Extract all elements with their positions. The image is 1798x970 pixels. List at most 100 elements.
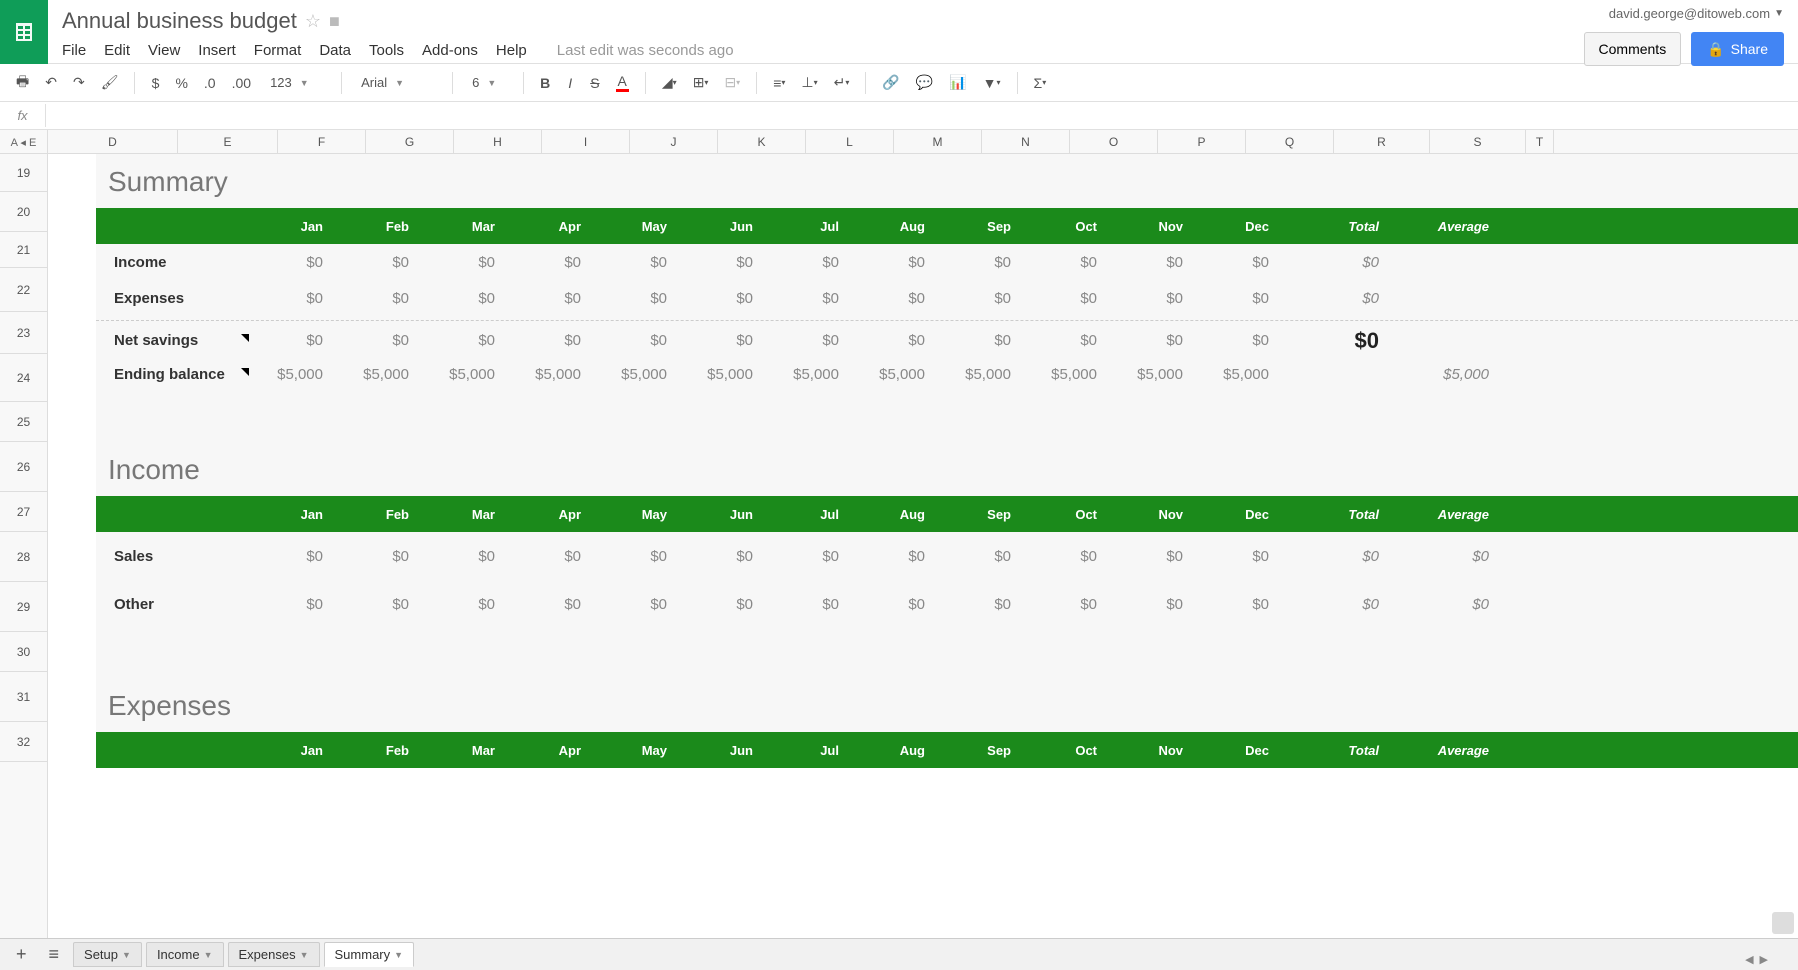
cell-value[interactable]: $0: [509, 332, 595, 349]
cell-value[interactable]: $0: [337, 290, 423, 307]
menu-edit[interactable]: Edit: [104, 42, 130, 59]
row-header-22[interactable]: 22: [0, 268, 47, 312]
cell-value[interactable]: $0: [1197, 290, 1283, 307]
paint-format-icon[interactable]: 🖌: [95, 70, 125, 95]
cell-value[interactable]: $0: [681, 254, 767, 271]
cell-value[interactable]: $0: [423, 254, 509, 271]
cell-value[interactable]: $0: [251, 290, 337, 307]
cell-value[interactable]: $0: [767, 548, 853, 565]
undo-icon[interactable]: ↶: [39, 70, 63, 95]
menu-view[interactable]: View: [148, 42, 180, 59]
decrease-decimal-icon[interactable]: .0: [198, 71, 222, 95]
v-align-icon[interactable]: ⊥▾: [795, 70, 823, 95]
cell-value[interactable]: $0: [595, 332, 681, 349]
cell-value[interactable]: $0: [853, 254, 939, 271]
insert-chart-icon[interactable]: 📊: [943, 70, 972, 95]
col-header-G[interactable]: G: [366, 130, 454, 153]
scroll-left-icon[interactable]: ◀: [1743, 953, 1755, 966]
share-button[interactable]: 🔒 Share: [1691, 32, 1784, 66]
cell-total[interactable]: $0: [1283, 596, 1393, 613]
row-header-27[interactable]: 27: [0, 492, 47, 532]
strikethrough-icon[interactable]: S: [584, 71, 605, 95]
merge-cells-icon[interactable]: ⊟▾: [718, 70, 746, 95]
col-header-E[interactable]: E: [178, 130, 278, 153]
italic-icon[interactable]: I: [560, 71, 580, 95]
redo-icon[interactable]: ↷: [67, 70, 91, 95]
scroll-right-icon[interactable]: ▶: [1758, 953, 1770, 966]
star-icon[interactable]: ☆: [305, 11, 321, 32]
cell-value[interactable]: $0: [423, 596, 509, 613]
cell-value[interactable]: $0: [853, 290, 939, 307]
sheet-tab-expenses[interactable]: Expenses▼: [228, 942, 320, 967]
row-header-26[interactable]: 26: [0, 442, 47, 492]
col-header-H[interactable]: H: [454, 130, 542, 153]
cell-value[interactable]: $5,000: [1197, 366, 1283, 383]
cell-value[interactable]: $0: [853, 548, 939, 565]
cell-value[interactable]: $0: [939, 332, 1025, 349]
text-wrap-icon[interactable]: ↵▾: [828, 70, 856, 95]
bold-icon[interactable]: B: [534, 71, 556, 95]
cell-value[interactable]: $0: [681, 596, 767, 613]
cell-value[interactable]: $5,000: [423, 366, 509, 383]
cell-value[interactable]: $5,000: [1111, 366, 1197, 383]
menu-help[interactable]: Help: [496, 42, 527, 59]
cell-value[interactable]: $0: [423, 290, 509, 307]
cell-value[interactable]: $0: [423, 548, 509, 565]
cell-average[interactable]: $0: [1393, 548, 1503, 565]
col-header-L[interactable]: L: [806, 130, 894, 153]
sheet-tab-income[interactable]: Income▼: [146, 942, 224, 967]
col-header-Q[interactable]: Q: [1246, 130, 1334, 153]
cell-value[interactable]: $0: [251, 596, 337, 613]
row-header-24[interactable]: 24: [0, 354, 47, 402]
cell-total[interactable]: $0: [1283, 254, 1393, 271]
row-header-31[interactable]: 31: [0, 672, 47, 722]
cell-value[interactable]: $0: [251, 332, 337, 349]
font-select[interactable]: Arial▼: [352, 71, 442, 94]
cell-value[interactable]: $5,000: [251, 366, 337, 383]
col-header-T[interactable]: T: [1526, 130, 1554, 153]
col-header-D[interactable]: D: [48, 130, 178, 153]
row-header-28[interactable]: 28: [0, 532, 47, 582]
cell-value[interactable]: $0: [1025, 332, 1111, 349]
cell-value[interactable]: $0: [939, 290, 1025, 307]
cell-value[interactable]: $0: [767, 332, 853, 349]
functions-icon[interactable]: Σ▾: [1028, 71, 1053, 95]
cell-value[interactable]: $5,000: [1025, 366, 1111, 383]
row-header-32[interactable]: 32: [0, 722, 47, 762]
cell-value[interactable]: $5,000: [509, 366, 595, 383]
all-sheets-button[interactable]: ≡: [41, 940, 68, 969]
cell-value[interactable]: $0: [1197, 596, 1283, 613]
cell-value[interactable]: $0: [939, 254, 1025, 271]
cell-value[interactable]: $0: [939, 596, 1025, 613]
cell-total[interactable]: $0: [1283, 328, 1393, 354]
cell-value[interactable]: $0: [337, 548, 423, 565]
print-icon[interactable]: 🖶: [10, 67, 35, 99]
cell-value[interactable]: $0: [1111, 254, 1197, 271]
cell-value[interactable]: $0: [767, 290, 853, 307]
filter-icon[interactable]: ▼▾: [977, 71, 1007, 95]
cell-value[interactable]: $0: [595, 548, 681, 565]
menu-file[interactable]: File: [62, 42, 86, 59]
row-header-23[interactable]: 23: [0, 312, 47, 354]
cell-value[interactable]: $0: [853, 596, 939, 613]
text-color-icon[interactable]: A: [610, 69, 635, 96]
col-header-O[interactable]: O: [1070, 130, 1158, 153]
explore-button[interactable]: [1772, 912, 1794, 934]
cell-value[interactable]: $0: [681, 332, 767, 349]
document-title[interactable]: Annual business budget: [62, 8, 297, 34]
currency-icon[interactable]: $: [145, 71, 165, 95]
cell-value[interactable]: $0: [509, 254, 595, 271]
cell-value[interactable]: $0: [853, 332, 939, 349]
cell-value[interactable]: $0: [1111, 548, 1197, 565]
cell-value[interactable]: $5,000: [939, 366, 1025, 383]
col-header-F[interactable]: F: [278, 130, 366, 153]
cell-value[interactable]: $5,000: [681, 366, 767, 383]
cell-value[interactable]: $0: [1025, 596, 1111, 613]
borders-icon[interactable]: ⊞▾: [687, 70, 715, 95]
col-header-M[interactable]: M: [894, 130, 982, 153]
cell-value[interactable]: $0: [1197, 254, 1283, 271]
cell-value[interactable]: $0: [595, 596, 681, 613]
cell-value[interactable]: $0: [1111, 596, 1197, 613]
cell-value[interactable]: $0: [1025, 254, 1111, 271]
h-align-icon[interactable]: ≡▾: [767, 71, 791, 95]
